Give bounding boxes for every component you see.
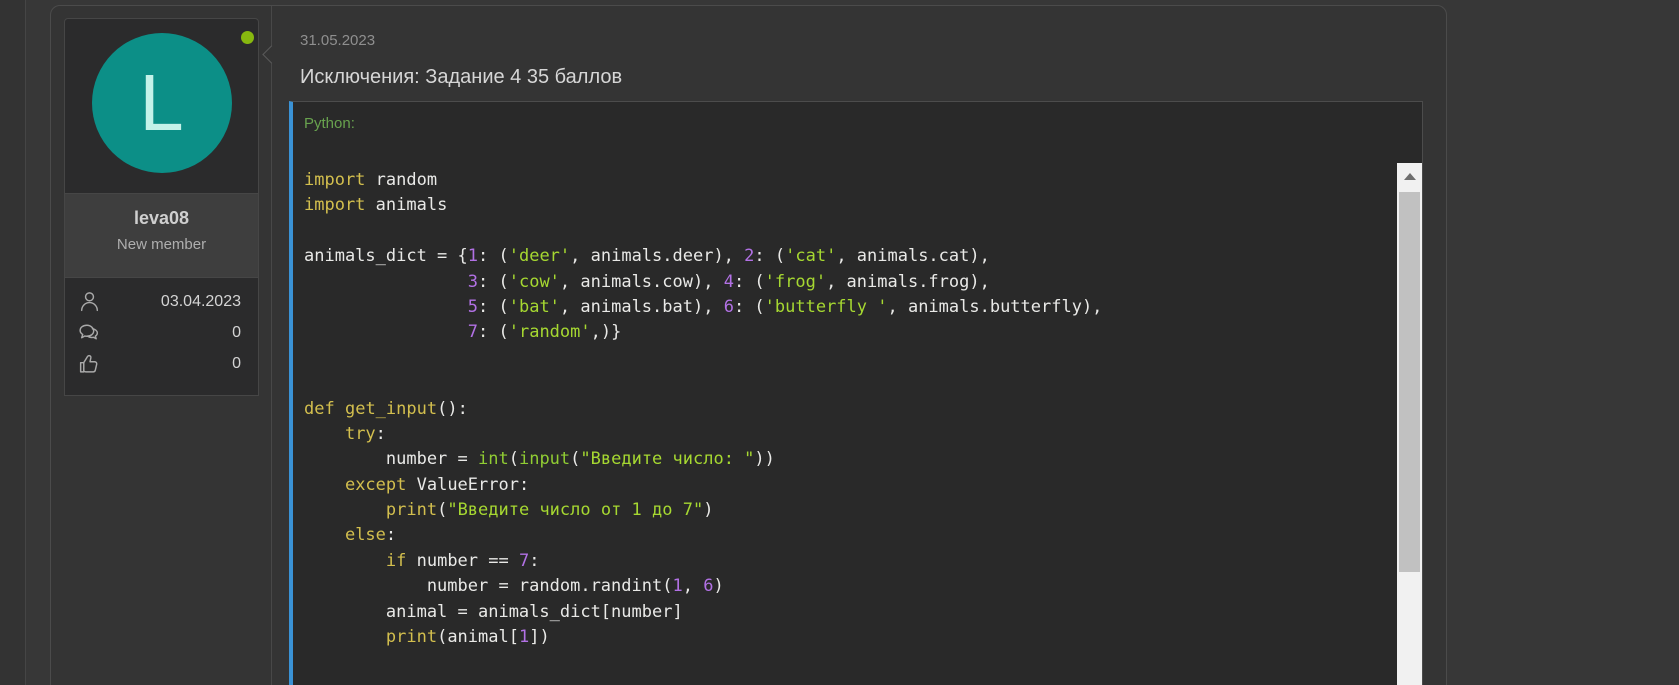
code-line: print("Введите число от 1 до 7") (304, 498, 1392, 523)
code-line: animal = animals_dict[number] (304, 600, 1392, 625)
code-line: number = int(input("Введите число: ")) (304, 447, 1392, 472)
messages-icon (77, 320, 102, 345)
code-line: print(animal[1]) (304, 625, 1392, 650)
code-line (304, 219, 1392, 244)
code-scroll-area: import randomimport animals animals_dict… (293, 163, 1422, 685)
code-line: number = random.randint(1, 6) (304, 574, 1392, 599)
code-block: Python: import randomimport animals anim… (289, 101, 1423, 685)
online-indicator (241, 31, 254, 44)
user-name-box: leva08 New member (64, 194, 259, 278)
avatar-letter: L (139, 63, 184, 143)
stat-row-joined: 03.04.2023 (77, 286, 241, 317)
code-scrollbar[interactable] (1397, 163, 1422, 685)
code-line: def get_input(): (304, 397, 1392, 422)
scroll-up-button[interactable] (1397, 163, 1422, 190)
code-line: import random (304, 168, 1392, 193)
code-line (304, 371, 1392, 396)
user-role: New member (65, 236, 258, 253)
user-stats: 03.04.2023 0 0 (64, 278, 259, 396)
likes-icon (77, 351, 102, 376)
page-left-gutter (0, 0, 26, 685)
code-line: else: (304, 523, 1392, 548)
code-line: try: (304, 422, 1392, 447)
joined-date: 03.04.2023 (102, 293, 241, 311)
user-icon (77, 289, 102, 314)
code-line (304, 346, 1392, 371)
stat-row-messages: 0 (77, 317, 241, 348)
code-line: 5: ('bat', animals.bat), 6: ('butterfly … (304, 295, 1392, 320)
user-column: L leva08 New member 03.04.2023 0 (64, 18, 259, 396)
code-content: import randomimport animals animals_dict… (293, 163, 1422, 650)
code-line: except ValueError: (304, 473, 1392, 498)
username-link[interactable]: leva08 (65, 208, 258, 229)
post-title: Исключения: Задание 4 35 баллов (300, 66, 622, 89)
scrollbar-thumb[interactable] (1399, 192, 1420, 572)
messages-count: 0 (102, 324, 241, 342)
code-language-label: Python: (293, 102, 1422, 132)
code-line: animals_dict = {1: ('deer', animals.deer… (304, 244, 1392, 269)
message-column: 31.05.2023 Исключения: Задание 4 35 балл… (271, 6, 1447, 685)
avatar-box: L (64, 18, 259, 194)
likes-count: 0 (102, 355, 241, 373)
code-line: 7: ('random',)} (304, 320, 1392, 345)
stat-row-likes: 0 (77, 348, 241, 379)
code-line: if number == 7: (304, 549, 1392, 574)
scroll-up-icon (1404, 173, 1416, 180)
post-date[interactable]: 31.05.2023 (300, 32, 375, 49)
post-card: L leva08 New member 03.04.2023 0 (50, 5, 1447, 685)
code-line: 3: ('cow', animals.cow), 4: ('frog', ani… (304, 270, 1392, 295)
code-line: import animals (304, 193, 1392, 218)
message-pointer (262, 45, 280, 63)
avatar[interactable]: L (92, 33, 232, 173)
